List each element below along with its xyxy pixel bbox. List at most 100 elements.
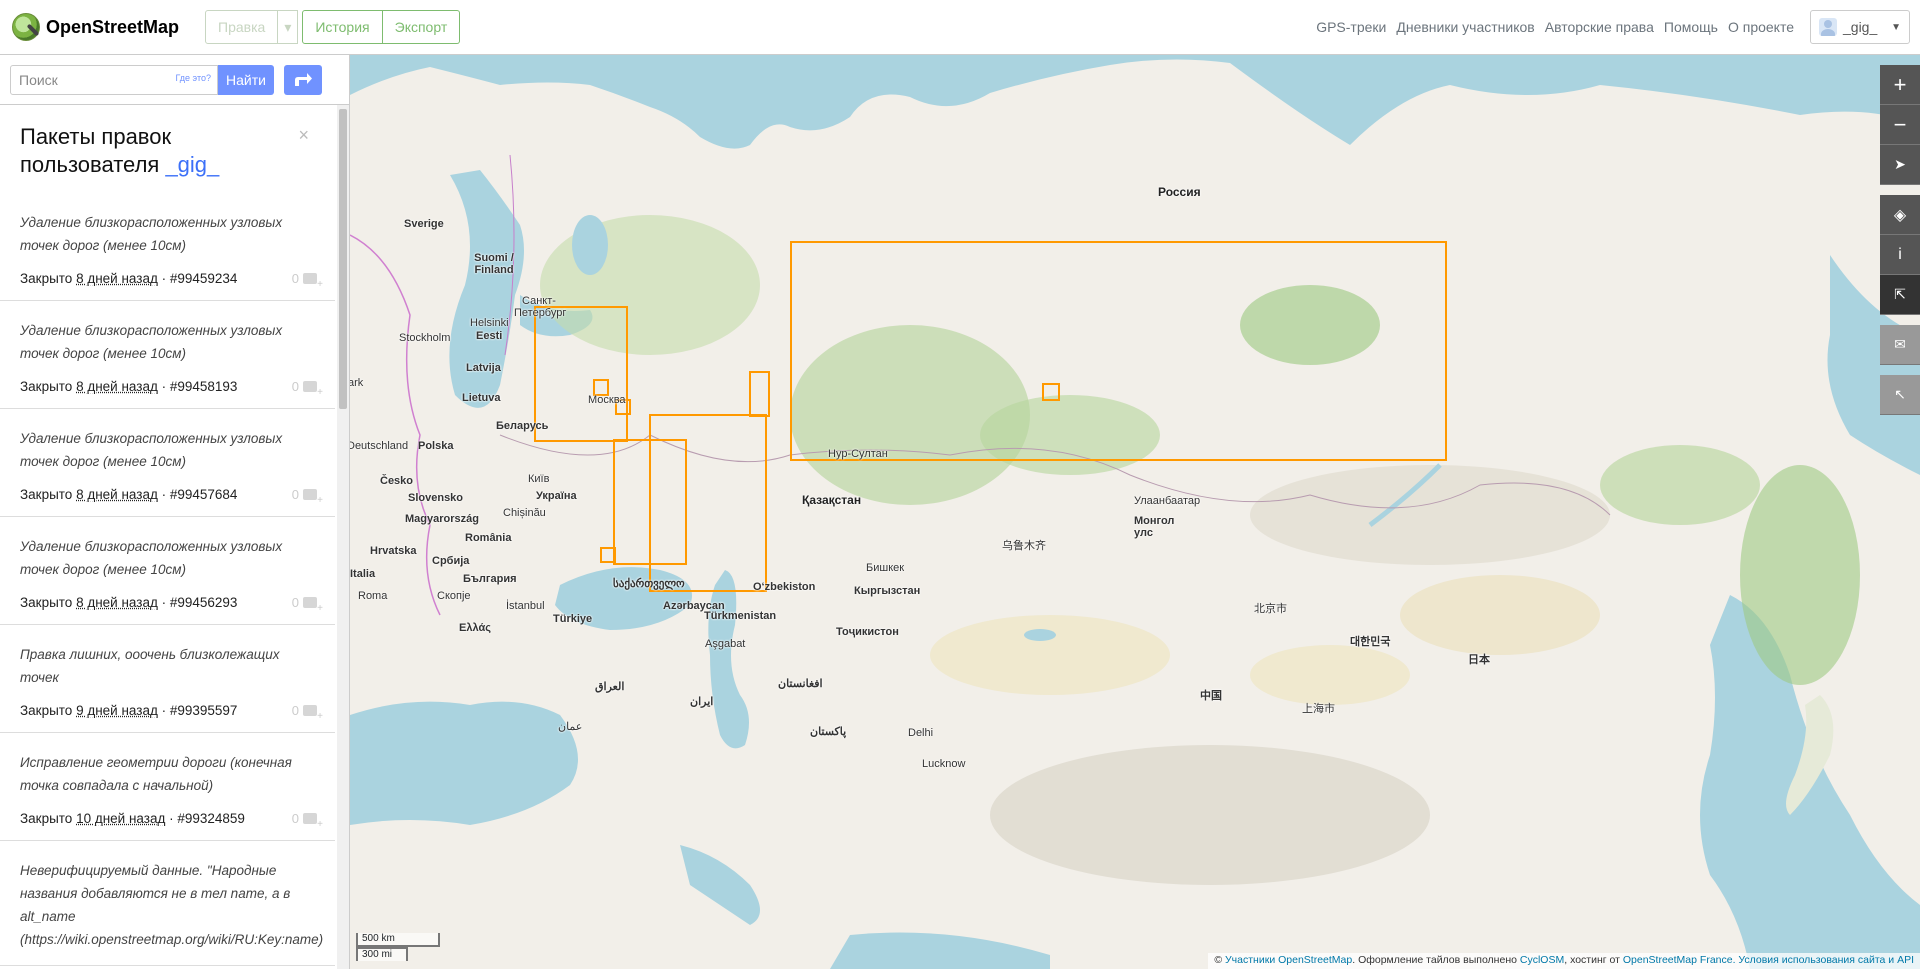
label-kyiv: Київ xyxy=(528,473,550,485)
changeset-comment[interactable]: Неверифицируемый данные. "Народные назва… xyxy=(20,859,323,951)
changeset-id[interactable]: · #99324859 xyxy=(165,811,245,826)
changeset-id[interactable]: · #99457684 xyxy=(158,487,238,502)
changeset-item[interactable]: Удаление близкорасположенных узловых точ… xyxy=(0,301,335,409)
label-skopje: Скопје xyxy=(437,590,471,602)
user-menu-button[interactable]: _gig_ ▼ xyxy=(1810,10,1910,44)
nav-diaries[interactable]: Дневники участников xyxy=(1396,19,1534,35)
label-ark: ark xyxy=(350,377,364,389)
label-romania: România xyxy=(465,532,512,544)
changeset-comment[interactable]: Правка лишних, ооочень близколежащих точ… xyxy=(20,643,315,689)
scrollbar-thumb[interactable] xyxy=(339,109,347,409)
comment-icon xyxy=(303,489,323,506)
changeset-comment[interactable]: Удаление близкорасположенных узловых точ… xyxy=(20,427,315,473)
legend-button[interactable]: i xyxy=(1880,235,1920,275)
logo[interactable]: OpenStreetMap xyxy=(12,13,179,41)
search-input[interactable]: Поиск Где это? xyxy=(10,64,218,95)
changeset-meta: Закрыто 9 дней назад · #99395597 xyxy=(20,703,315,718)
label-uzbekistan: O‘zbekiston xyxy=(753,581,816,593)
history-button[interactable]: История xyxy=(302,10,383,44)
label-chisinau: Chișinău xyxy=(503,507,546,519)
edit-button[interactable]: Правка xyxy=(205,10,279,44)
share-icon: ⇱ xyxy=(1894,286,1906,302)
panel-title-user-link[interactable]: _gig_ xyxy=(165,152,219,177)
share-button[interactable]: ⇱ xyxy=(1880,275,1920,315)
changeset-comment-count: 0 xyxy=(292,487,323,506)
changeset-item[interactable]: Правка лишних, ооочень близколежащих точ… xyxy=(0,625,335,733)
avatar xyxy=(1819,18,1837,36)
export-button[interactable]: Экспорт xyxy=(382,10,461,44)
changeset-meta: Закрыто 8 дней назад · #99457684 xyxy=(20,487,315,502)
label-beijing: 北京市 xyxy=(1254,603,1287,615)
changeset-time: 10 дней назад xyxy=(76,811,166,826)
info-icon: i xyxy=(1898,245,1902,263)
query-features-button[interactable]: ↖ xyxy=(1880,375,1920,415)
secondary-nav: GPS-треки Дневники участников Авторские … xyxy=(1316,10,1920,44)
nav-copyright[interactable]: Авторские права xyxy=(1545,19,1654,35)
changeset-comment[interactable]: Удаление близкорасположенных узловых точ… xyxy=(20,535,315,581)
changeset-status: Закрыто xyxy=(20,595,77,610)
scale-km: 500 km xyxy=(356,933,440,947)
label-spb: Санкт-Петербург xyxy=(514,295,567,319)
attrib-osm-link[interactable]: Участники OpenStreetMap xyxy=(1225,954,1352,966)
label-cesko: Česko xyxy=(380,475,414,487)
attrib-france-link[interactable]: OpenStreetMap France xyxy=(1623,954,1733,966)
changeset-item[interactable]: Исправление геометрии дороги (конечная т… xyxy=(0,733,335,841)
changeset-id[interactable]: · #99459234 xyxy=(158,271,238,286)
label-magyar: Magyarország xyxy=(405,513,479,525)
layers-button[interactable]: ◈ xyxy=(1880,195,1920,235)
zoom-in-button[interactable]: + xyxy=(1880,65,1920,105)
map-view[interactable]: Россия Sverige Suomi / Finland Санкт-Пет… xyxy=(350,55,1920,969)
label-amman: عمان xyxy=(558,721,583,733)
edit-dropdown-button[interactable]: ▾ xyxy=(278,10,299,44)
label-slovensko: Slovensko xyxy=(408,492,464,504)
changeset-item[interactable]: Удаление близкорасположенных узловых точ… xyxy=(0,409,335,517)
changeset-comment-count: 0 xyxy=(292,271,323,290)
sidebar: Поиск Где это? Найти Пакеты правок польз… xyxy=(0,55,350,969)
nav-gps-traces[interactable]: GPS-треки xyxy=(1316,19,1386,35)
changeset-item[interactable]: Удаление близкорасположенных узловых точ… xyxy=(0,193,335,301)
changeset-time: 8 дней назад xyxy=(76,487,158,502)
search-button[interactable]: Найти xyxy=(218,64,274,95)
zoom-out-button[interactable]: − xyxy=(1880,105,1920,145)
attrib-host: , хостинг от xyxy=(1564,954,1623,966)
label-bishkek: Бишкек xyxy=(866,562,905,574)
close-icon[interactable]: × xyxy=(298,121,309,149)
where-is-this-link[interactable]: Где это? xyxy=(176,73,211,83)
changeset-id[interactable]: · #99395597 xyxy=(158,703,238,718)
changeset-comment[interactable]: Удаление близкорасположенных узловых точ… xyxy=(20,211,315,257)
changeset-comment[interactable]: Удаление близкорасположенных узловых точ… xyxy=(20,319,315,365)
osm-logo-icon xyxy=(12,13,40,41)
label-kyrgyzstan: Кыргызстан xyxy=(854,585,921,597)
label-sverige: Sverige xyxy=(404,218,444,230)
add-note-button[interactable]: ✉ xyxy=(1880,325,1920,365)
locate-button[interactable]: ➤ xyxy=(1880,145,1920,185)
attrib-terms-link[interactable]: . Условия использования сайта и API xyxy=(1733,954,1914,966)
label-stockholm: Stockholm xyxy=(399,332,451,344)
label-turkmenistan: Türkmenistan xyxy=(704,610,777,622)
changeset-list: Удаление близкорасположенных узловых точ… xyxy=(0,193,335,966)
label-roma: Roma xyxy=(358,590,388,602)
label-latvija: Latvija xyxy=(466,362,501,374)
changeset-status: Закрыто xyxy=(20,487,77,502)
label-ukraina: Україна xyxy=(536,490,577,502)
directions-button[interactable] xyxy=(284,64,322,95)
changeset-meta: Закрыто 8 дней назад · #99459234 xyxy=(20,271,315,286)
changeset-id[interactable]: · #99456293 xyxy=(158,595,238,610)
sidebar-scrollbar[interactable] xyxy=(337,105,349,969)
comment-count-value: 0 xyxy=(291,379,299,394)
attrib-cyclosm-link[interactable]: CyclOSM xyxy=(1520,954,1564,966)
changeset-time: 9 дней назад xyxy=(76,703,158,718)
plus-icon: + xyxy=(1893,71,1907,97)
changeset-item[interactable]: Неверифицируемый данные. "Народные назва… xyxy=(0,841,335,966)
label-polska: Polska xyxy=(418,440,454,452)
attribution: © Участники OpenStreetMap. Оформление та… xyxy=(1208,953,1920,969)
changeset-id[interactable]: · #99458193 xyxy=(158,379,238,394)
label-eesti: Eesti xyxy=(476,330,503,342)
chevron-down-icon: ▾ xyxy=(284,18,292,35)
changeset-comment[interactable]: Исправление геометрии дороги (конечная т… xyxy=(20,751,315,797)
changeset-item[interactable]: Удаление близкорасположенных узловых точ… xyxy=(0,517,335,625)
nav-help[interactable]: Помощь xyxy=(1664,19,1718,35)
label-tajikistan: Тоҷикистон xyxy=(836,626,899,638)
label-belarus: Беларусь xyxy=(496,420,549,432)
nav-about[interactable]: О проекте xyxy=(1728,19,1794,35)
